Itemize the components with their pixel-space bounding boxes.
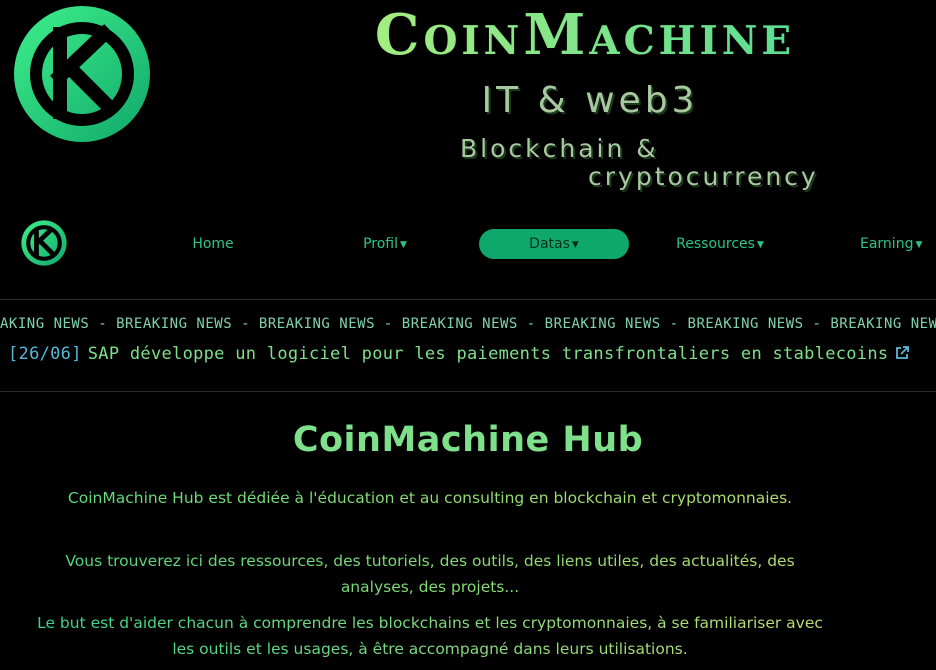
nav-ressources-label: Ressources — [676, 236, 755, 252]
caret-down-icon: ▼ — [571, 240, 579, 250]
page-title: CoinMachine Hub — [292, 420, 644, 460]
nav-earning-label: Earning — [860, 236, 914, 252]
nav-datas-label: Datas — [529, 236, 570, 252]
nav-ressources-dropdown[interactable]: Ressources ▼ — [660, 229, 780, 259]
nav-profil-dropdown[interactable]: Profil ▼ — [340, 229, 430, 259]
goal-paragraph: Le but est d'aider chacun à comprendre l… — [30, 610, 830, 662]
nav-home[interactable]: Home — [178, 229, 248, 259]
coinmachine-logo-icon[interactable] — [12, 4, 152, 144]
brand-subtitle-cryptocurrency: cryptocurrency — [588, 162, 819, 191]
main-navbar: Home Profil ▼ Datas ▼ Ressources ▼ Earning ▼ — [0, 215, 936, 275]
header-banner: CoinMachine IT & web3 Blockchain & crypt… — [0, 0, 936, 210]
nav-earning-dropdown[interactable]: Earning ▼ — [850, 229, 936, 259]
nav-datas-dropdown[interactable]: Datas ▼ — [479, 229, 629, 259]
nav-logo-icon[interactable] — [20, 218, 68, 268]
nav-profil-label: Profil — [363, 236, 398, 252]
caret-down-icon: ▼ — [400, 240, 407, 250]
brand-subtitle-blockchain: Blockchain & — [460, 134, 659, 163]
caret-down-icon: ▼ — [756, 240, 764, 250]
brand-title: CoinMachine — [300, 2, 870, 68]
breaking-news-marquee: AKING NEWS - BREAKING NEWS - BREAKING NE… — [0, 316, 936, 332]
news-item[interactable]: [26/06] SAP développe un logiciel pour le… — [8, 344, 910, 364]
brand-subtitle-it-web3: IT & web3 — [481, 80, 699, 121]
external-link-icon[interactable] — [894, 345, 910, 361]
resources-paragraph: Vous trouverez ici des ressources, des t… — [50, 548, 810, 600]
news-date: [26/06] — [8, 344, 82, 364]
news-title-link[interactable]: SAP développe un logiciel pour les paiem… — [88, 344, 889, 364]
intro-paragraph: CoinMachine Hub est dédiée à l'éducation… — [60, 485, 800, 511]
caret-down-icon: ▼ — [915, 240, 923, 250]
nav-home-label: Home — [192, 236, 234, 252]
news-ticker: AKING NEWS - BREAKING NEWS - BREAKING NE… — [0, 299, 936, 392]
